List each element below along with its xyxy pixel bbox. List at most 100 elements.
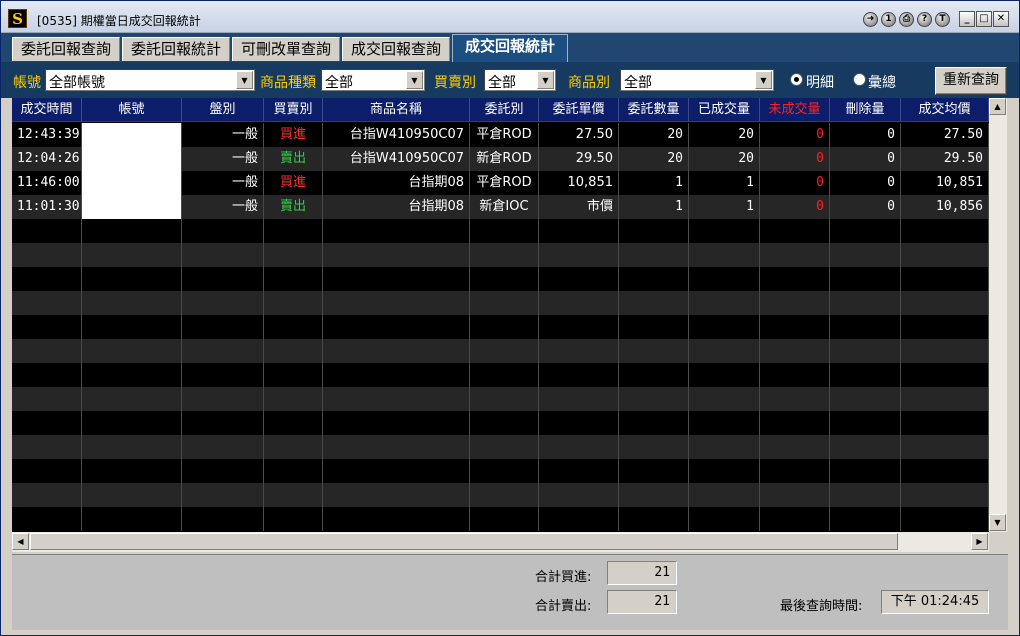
minimize-button[interactable]: _ xyxy=(959,11,975,27)
tab-cancel-modify-query[interactable]: 可刪改單查詢 xyxy=(232,37,340,61)
col-deleted-qty-cell: 0 xyxy=(830,123,901,147)
col-order-type-header[interactable]: 委託別 xyxy=(470,98,539,122)
table-row[interactable]: 11:46:00 一般 買進 台指期08 平倉ROD 10,851 1 1 0 0 10,851 xyxy=(12,171,989,195)
col-account-cell xyxy=(82,267,182,291)
print-icon[interactable]: ⎙ xyxy=(899,12,914,27)
tab-bar: 委託回報查詢 委託回報統計 可刪改單查詢 成交回報查詢 成交回報統計 xyxy=(1,33,1019,62)
chevron-down-icon[interactable]: ▼ xyxy=(755,71,772,89)
tab-order-report-query[interactable]: 委託回報查詢 xyxy=(12,37,120,61)
detail-radio-label[interactable]: 明細 xyxy=(806,72,834,92)
chevron-down-icon[interactable]: ▼ xyxy=(537,71,554,89)
col-filled-qty-header[interactable]: 已成交量 xyxy=(689,98,760,122)
chevron-down-icon[interactable]: ▼ xyxy=(236,71,253,89)
col-order-qty-cell xyxy=(619,219,689,243)
col-order-type-cell xyxy=(470,483,539,507)
col-side-cell xyxy=(264,339,323,363)
help-icon[interactable]: ? xyxy=(917,12,932,27)
col-session-cell xyxy=(182,291,264,315)
col-filled-qty-cell xyxy=(689,483,760,507)
col-filled-qty-cell xyxy=(689,507,760,531)
col-avg-price-cell xyxy=(901,315,989,339)
trade-grid[interactable]: 成交時間 帳號 盤別 買賣別 商品名稱 委託別 委託單價 委託數量 已成交量 未成交量 刪除量 成交均… xyxy=(12,98,989,532)
tab-order-report-stats[interactable]: 委託回報統計 xyxy=(122,37,230,61)
empty-row xyxy=(12,219,989,243)
scroll-corner xyxy=(989,532,1007,552)
col-session-cell xyxy=(182,411,264,435)
table-row[interactable]: 11:01:30 一般 賣出 台指期08 新倉IOC 市價 1 1 0 0 10,856 xyxy=(12,195,989,219)
info-icon[interactable]: 1 xyxy=(881,12,896,27)
col-side-header[interactable]: 買賣別 xyxy=(264,98,323,122)
total-sell-value: 21 xyxy=(607,590,677,614)
maximize-button[interactable]: □ xyxy=(976,11,992,27)
col-trade-time-cell xyxy=(12,291,82,315)
tab-trade-report-query[interactable]: 成交回報查詢 xyxy=(342,37,450,61)
table-row[interactable]: 12:04:26 一般 賣出 台指W410950C07 新倉ROD 29.50 20 20 0 0… xyxy=(12,147,989,171)
vertical-scrollbar[interactable]: ▲ ▼ xyxy=(989,98,1007,532)
scroll-down-icon[interactable]: ▼ xyxy=(989,514,1006,531)
title-bar[interactable]: S [0535] 期權當日成交回報統計 ➜ 1 ⎙ ? T _ □ ✕ xyxy=(1,1,1019,33)
product-type-select[interactable]: 全部 ▼ xyxy=(321,69,425,91)
col-deleted-qty-cell xyxy=(830,219,901,243)
col-unfilled-qty-cell xyxy=(760,459,830,483)
tab-trade-report-stats[interactable]: 成交回報統計 xyxy=(452,34,568,62)
col-avg-price-header[interactable]: 成交均價 xyxy=(901,98,989,122)
col-trade-time-header[interactable]: 成交時間 xyxy=(12,98,82,122)
col-session-cell: 一般 xyxy=(182,123,264,147)
col-order-qty-cell xyxy=(619,507,689,531)
col-order-type-cell: 平倉ROD xyxy=(470,123,539,147)
col-unfilled-qty-header[interactable]: 未成交量 xyxy=(760,98,830,122)
col-session-cell xyxy=(182,483,264,507)
col-trade-time-cell: 12:43:39 xyxy=(12,123,82,147)
empty-row xyxy=(12,339,989,363)
scroll-left-icon[interactable]: ◀ xyxy=(12,533,29,550)
col-product-name-header[interactable]: 商品名稱 xyxy=(323,98,470,122)
col-session-header[interactable]: 盤別 xyxy=(182,98,264,122)
close-button[interactable]: ✕ xyxy=(993,11,1009,27)
col-order-price-cell xyxy=(539,459,619,483)
col-order-price-cell xyxy=(539,315,619,339)
col-filled-qty-cell xyxy=(689,339,760,363)
horizontal-scroll-thumb[interactable] xyxy=(30,533,898,550)
col-avg-price-cell xyxy=(901,507,989,531)
col-side-cell: 賣出 xyxy=(264,147,323,171)
summary-radio-label[interactable]: 彙總 xyxy=(868,72,896,92)
col-deleted-qty-header[interactable]: 刪除量 xyxy=(830,98,901,122)
col-deleted-qty-cell xyxy=(830,459,901,483)
col-avg-price-cell: 27.50 xyxy=(901,123,989,147)
scroll-right-icon[interactable]: ▶ xyxy=(971,533,988,550)
product-select[interactable]: 全部 ▼ xyxy=(620,69,774,91)
account-select[interactable]: 全部帳號 ▼ xyxy=(45,69,255,91)
requery-button[interactable]: 重新查詢 xyxy=(935,67,1007,95)
table-row[interactable]: 12:43:39 一般 買進 台指W410950C07 平倉ROD 27.50 20 20 0 0… xyxy=(12,123,989,147)
col-order-price-cell: 10,851 xyxy=(539,171,619,195)
col-account-cell xyxy=(82,291,182,315)
summary-radio[interactable] xyxy=(853,73,866,86)
col-order-type-cell: 新倉IOC xyxy=(470,195,539,219)
col-order-price-cell xyxy=(539,363,619,387)
app-logo-icon: S xyxy=(8,9,27,28)
col-order-price-cell xyxy=(539,435,619,459)
col-order-qty-header[interactable]: 委託數量 xyxy=(619,98,689,122)
detail-radio[interactable] xyxy=(790,73,803,86)
col-account-cell xyxy=(82,387,182,411)
col-order-type-cell xyxy=(470,219,539,243)
col-order-price-header[interactable]: 委託單價 xyxy=(539,98,619,122)
arrow-icon[interactable]: ➜ xyxy=(863,12,878,27)
chevron-down-icon[interactable]: ▼ xyxy=(406,71,423,89)
scroll-up-icon[interactable]: ▲ xyxy=(989,98,1006,115)
last-query-value: 下午 01:24:45 xyxy=(881,590,989,614)
col-account-cell xyxy=(82,435,182,459)
col-account-header[interactable]: 帳號 xyxy=(82,98,182,122)
horizontal-scrollbar[interactable]: ◀ ▶ xyxy=(12,532,989,552)
side-select[interactable]: 全部 ▼ xyxy=(484,69,556,91)
col-account-cell xyxy=(82,315,182,339)
col-filled-qty-cell: 1 xyxy=(689,171,760,195)
col-unfilled-qty-cell: 0 xyxy=(760,195,830,219)
col-product-name-cell: 台指W410950C07 xyxy=(323,123,470,147)
col-deleted-qty-cell xyxy=(830,291,901,315)
col-side-cell xyxy=(264,315,323,339)
col-side-cell: 賣出 xyxy=(264,195,323,219)
t-icon[interactable]: T xyxy=(935,12,950,27)
col-unfilled-qty-cell xyxy=(760,243,830,267)
col-order-price-cell xyxy=(539,267,619,291)
